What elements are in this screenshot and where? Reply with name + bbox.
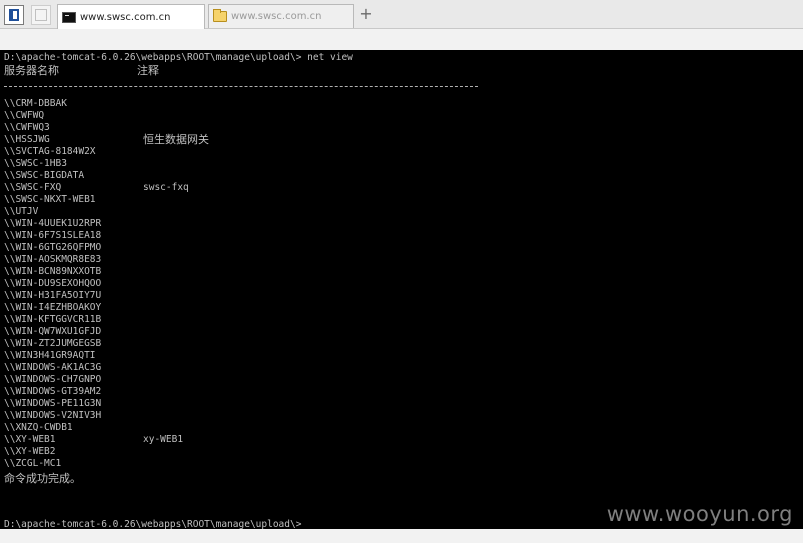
blank-page-button[interactable] — [31, 5, 51, 25]
server-list: \\CRM-DBBAK \\CWFWQ \\CWFWQ3 \\HSSJWG 恒生数据网关… — [4, 98, 784, 470]
server-row: \\WIN-6GTG26QFPMO — [4, 242, 784, 254]
server-row: \\ZCGL-MC1 — [4, 458, 784, 470]
server-name: \\ZCGL-MC1 — [4, 458, 62, 469]
server-name: \\SWSC-BIGDATA — [4, 170, 85, 181]
server-row: \\WIN-6F7S1SLEA18 — [4, 230, 784, 242]
column-header-remark: 注释 — [137, 64, 159, 77]
server-row: \\WIN-4UUEK1U2RPR — [4, 218, 784, 230]
console-window[interactable]: D:\apache-tomcat-6.0.26\webapps\ROOT\man… — [0, 50, 803, 529]
server-name: \\WIN-ZT2JUMGEGSB — [4, 338, 102, 349]
server-row: \\UTJV — [4, 206, 784, 218]
server-row: \\SWSC-1HB3 — [4, 158, 784, 170]
new-tab-button[interactable]: + — [359, 6, 373, 22]
server-name: \\XY-WEB2 — [4, 446, 56, 457]
folder-icon — [213, 9, 227, 22]
server-row: \\CWFWQ — [4, 110, 784, 122]
server-row: \\XY-WEB1 xy-WEB1 — [4, 434, 784, 446]
tab-folder[interactable]: www.swsc.com.cn — [208, 4, 354, 28]
server-name: \\WIN-KFTGGVCR11B — [4, 314, 102, 325]
server-row: \\SWSC-BIGDATA — [4, 170, 784, 182]
server-row: \\WINDOWS-V2NIV3H — [4, 410, 784, 422]
server-name: \\WINDOWS-CH7GNPO — [4, 374, 102, 385]
server-name: \\XY-WEB1 — [4, 434, 56, 445]
server-name: \\SWSC-1HB3 — [4, 158, 67, 169]
server-name: \\WIN-6GTG26QFPMO — [4, 242, 102, 253]
server-row: \\SWSC-FXQ swsc-fxq — [4, 182, 784, 194]
server-name: \\SWSC-NKXT-WEB1 — [4, 194, 96, 205]
server-row: \\WIN-ZT2JUMGEGSB — [4, 338, 784, 350]
server-name: \\SVCTAG-8184W2X — [4, 146, 96, 157]
watermark: www.wooyun.org — [606, 502, 793, 526]
server-name: \\WIN-AOSKMQR8E83 — [4, 254, 102, 265]
server-name: \\WIN-DU9SEXOHQOO — [4, 278, 102, 289]
server-row: \\CWFWQ3 — [4, 122, 784, 134]
server-row: \\WIN3H41GR9AQTI — [4, 350, 784, 362]
server-name: \\WINDOWS-PE11G3N — [4, 398, 102, 409]
server-name: \\CRM-DBBAK — [4, 98, 67, 109]
server-row: \\WINDOWS-PE11G3N — [4, 398, 784, 410]
server-row: \\WIN-AOSKMQR8E83 — [4, 254, 784, 266]
server-row: \\WIN-H31FA5OIY7U — [4, 290, 784, 302]
server-name: \\UTJV — [4, 206, 39, 217]
tab-label: www.swsc.com.cn — [231, 11, 322, 22]
separator-line — [4, 86, 478, 87]
server-row: \\HSSJWG 恒生数据网关 — [4, 134, 784, 146]
blank-page-icon — [35, 9, 47, 21]
idle-prompt-line: D:\apache-tomcat-6.0.26\webapps\ROOT\man… — [4, 519, 302, 529]
server-remark: swsc-fxq — [143, 182, 189, 193]
server-name: \\SWSC-FXQ — [4, 182, 62, 193]
server-name: \\CWFWQ — [4, 110, 45, 121]
layout-icon — [9, 9, 19, 21]
server-row: \\SVCTAG-8184W2X — [4, 146, 784, 158]
server-name: \\WIN-I4EZHBOAKOY — [4, 302, 102, 313]
server-row: \\WINDOWS-AK1AC3G — [4, 362, 784, 374]
tab-label: www.swsc.com.cn — [80, 11, 171, 23]
server-row: \\WIN-I4EZHBOAKOY — [4, 302, 784, 314]
server-row: \\XNZQ-CWDB1 — [4, 422, 784, 434]
server-name: \\WIN-6F7S1SLEA18 — [4, 230, 102, 241]
server-row: \\XY-WEB2 — [4, 446, 784, 458]
server-name: \\WIN-4UUEK1U2RPR — [4, 218, 102, 229]
console-icon — [62, 11, 76, 23]
server-remark: 恒生数据网关 — [143, 133, 209, 146]
server-name: \\WIN-QW7WXU1GFJD — [4, 326, 102, 337]
tab-console[interactable]: www.swsc.com.cn — [57, 4, 205, 29]
server-name: \\WINDOWS-V2NIV3H — [4, 410, 102, 421]
server-name: \\WIN-H31FA5OIY7U — [4, 290, 102, 301]
server-name: \\HSSJWG — [4, 134, 50, 145]
server-name: \\WINDOWS-GT39AM2 — [4, 386, 102, 397]
server-name: \\CWFWQ3 — [4, 122, 50, 133]
server-remark: xy-WEB1 — [143, 434, 184, 445]
server-row: \\WIN-DU9SEXOHQOO — [4, 278, 784, 290]
column-header-server-name: 服务器名称 — [4, 64, 59, 77]
server-row: \\SWSC-NKXT-WEB1 — [4, 194, 784, 206]
server-name: \\WIN-BCN89NXXOTB — [4, 266, 102, 277]
server-name: \\WINDOWS-AK1AC3G — [4, 362, 102, 373]
server-row: \\WIN-QW7WXU1GFJD — [4, 326, 784, 338]
window-layout-button[interactable] — [4, 5, 24, 25]
server-row: \\WINDOWS-CH7GNPO — [4, 374, 784, 386]
tab-bar: www.swsc.com.cn www.swsc.com.cn + — [0, 0, 803, 29]
server-row: \\WINDOWS-GT39AM2 — [4, 386, 784, 398]
completion-message: 命令成功完成。 — [4, 472, 81, 485]
server-name: \\XNZQ-CWDB1 — [4, 422, 73, 433]
server-row: \\CRM-DBBAK — [4, 98, 784, 110]
server-row: \\WIN-BCN89NXXOTB — [4, 266, 784, 278]
server-row: \\WIN-KFTGGVCR11B — [4, 314, 784, 326]
server-name: \\WIN3H41GR9AQTI — [4, 350, 96, 361]
